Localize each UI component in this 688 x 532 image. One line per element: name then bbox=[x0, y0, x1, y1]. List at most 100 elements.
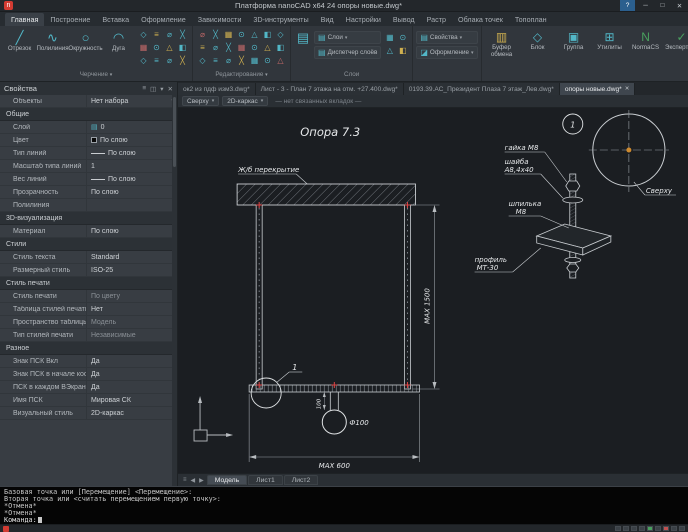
ribbon-big-button-2[interactable]: ▣Группа bbox=[557, 28, 591, 52]
document-tab-2[interactable]: 0193.39.АС_Президент Плаза 7 этаж_Лев.dw… bbox=[404, 83, 560, 95]
props-value[interactable]: По слою bbox=[86, 134, 177, 146]
ribbon-small-icon[interactable]: △ bbox=[248, 28, 261, 41]
ribbon-small-icon[interactable]: ◇ bbox=[196, 54, 209, 67]
right-post[interactable] bbox=[404, 205, 410, 389]
ribbon-small-icon[interactable]: ▦ bbox=[383, 31, 396, 44]
ribbon-small-icon[interactable]: ◧ bbox=[396, 44, 409, 57]
document-tab-1[interactable]: Лист - 3 - План 7 этажа на отм. +27.400.… bbox=[256, 83, 404, 95]
panel-header-icon-3[interactable]: ✕ bbox=[168, 85, 173, 93]
props-value[interactable]: ISO-25 bbox=[86, 264, 177, 276]
ribbon-small-icon[interactable]: ≡ bbox=[209, 54, 222, 67]
command-line[interactable]: Базовая точка или [Перемещение] <Перемещ… bbox=[0, 486, 688, 524]
pipe[interactable] bbox=[322, 392, 346, 434]
ribbon-small-icon[interactable]: ▦ bbox=[235, 41, 248, 54]
layout-nav-icon-0[interactable]: ≡ bbox=[181, 477, 189, 484]
layers-button-1[interactable]: ▤Диспетчер слоёв bbox=[314, 46, 381, 59]
ribbon-small-icon[interactable]: ⌀ bbox=[209, 41, 222, 54]
detail-circle[interactable] bbox=[251, 378, 281, 408]
status-toggle-icon-6[interactable] bbox=[663, 526, 669, 531]
status-toggle-icon-5[interactable] bbox=[655, 526, 661, 531]
ribbon-small-icon[interactable]: △ bbox=[274, 54, 287, 67]
concrete-slab[interactable] bbox=[237, 184, 415, 205]
ribbon-small-icon[interactable]: ⊙ bbox=[150, 41, 163, 54]
props-value[interactable]: Да bbox=[86, 368, 177, 380]
props-value[interactable]: Независимые bbox=[86, 329, 177, 341]
ribbon-small-icon[interactable]: ▦ bbox=[248, 54, 261, 67]
ribbon-small-icon[interactable]: ◧ bbox=[274, 41, 287, 54]
props-value[interactable]: Standard bbox=[86, 251, 177, 263]
detail-labels[interactable]: гайка М8 шайба А8,4х40 шпилька М8 профил… bbox=[475, 144, 569, 272]
ribbon-tab-8[interactable]: Вывод bbox=[387, 13, 421, 26]
props-value[interactable] bbox=[86, 199, 177, 211]
ribbon-tab-11[interactable]: Топоплан bbox=[509, 13, 553, 26]
props-value[interactable]: Да bbox=[86, 355, 177, 367]
minimize-button[interactable]: ─ bbox=[637, 0, 654, 11]
left-post[interactable] bbox=[256, 205, 262, 389]
ribbon-small-icon[interactable]: ╳ bbox=[209, 28, 222, 41]
ribbon-small-icon[interactable]: ⊙ bbox=[235, 28, 248, 41]
group-label-drawing[interactable]: Черчение ▾ bbox=[3, 71, 189, 81]
dim-600-label[interactable]: MAX 600 bbox=[319, 462, 351, 470]
dim-1500-label[interactable]: MAX 1500 bbox=[423, 288, 431, 324]
ribbon-tab-1[interactable]: Построение bbox=[44, 13, 96, 26]
dimension-100[interactable] bbox=[323, 392, 326, 410]
ribbon-small-icon[interactable]: ⌀ bbox=[222, 54, 235, 67]
status-toggle-icon-4[interactable] bbox=[647, 526, 653, 531]
draw-tool-3[interactable]: ◠Дуга bbox=[102, 28, 135, 53]
document-tab-3[interactable]: опоры новые.dwg*✕ bbox=[560, 83, 635, 95]
scrollbar-thumb[interactable] bbox=[173, 97, 176, 167]
ribbon-small-icon[interactable]: ⌀ bbox=[163, 54, 176, 67]
stack-button-1[interactable]: ◪Оформление▾ bbox=[416, 46, 477, 59]
ribbon-big-button-4[interactable]: NNormaCS bbox=[629, 28, 663, 52]
ribbon-small-icon[interactable]: ⌀ bbox=[196, 28, 209, 41]
ribbon-tab-7[interactable]: Настройки bbox=[340, 13, 387, 26]
drawing-canvas[interactable]: Опора 7.3 Ж/б перекрытие bbox=[178, 108, 688, 473]
ribbon-tab-6[interactable]: Вид bbox=[315, 13, 340, 26]
ribbon-small-icon[interactable]: △ bbox=[383, 44, 396, 57]
help-button[interactable]: ? bbox=[620, 0, 635, 11]
layout-tab-0[interactable]: Модель bbox=[207, 475, 247, 485]
pipe-diameter-label[interactable]: Ф100 bbox=[349, 419, 369, 427]
layout-nav-icon-1[interactable]: ◀ bbox=[189, 477, 198, 484]
dimension-max-600[interactable] bbox=[249, 394, 419, 462]
ribbon-small-icon[interactable]: ◇ bbox=[137, 28, 150, 41]
props-value[interactable]: Нет набора▾ bbox=[86, 95, 177, 107]
props-section-1[interactable]: Общие bbox=[0, 108, 177, 121]
ribbon-tab-2[interactable]: Вставка bbox=[96, 13, 135, 26]
ribbon-small-icon[interactable]: ◧ bbox=[261, 28, 274, 41]
ribbon-small-icon[interactable]: ╳ bbox=[176, 28, 189, 41]
layout-tab-1[interactable]: Лист1 bbox=[248, 475, 283, 485]
props-value[interactable]: По цвету bbox=[86, 290, 177, 302]
props-value[interactable]: Да bbox=[86, 381, 177, 393]
props-section-19[interactable]: Разное bbox=[0, 342, 177, 355]
ribbon-small-icon[interactable]: ◧ bbox=[176, 41, 189, 54]
ribbon-tab-10[interactable]: Облака точек bbox=[452, 13, 509, 26]
props-value[interactable]: ▤0 bbox=[86, 121, 177, 133]
panel-header-icon-0[interactable]: ≡ bbox=[142, 85, 146, 93]
ribbon-big-button-1[interactable]: ◇Блок bbox=[521, 28, 555, 52]
ribbon-tab-9[interactable]: Растр bbox=[421, 13, 452, 26]
maximize-button[interactable]: □ bbox=[654, 0, 671, 11]
document-tab-0[interactable]: ок2 из пдф изм3.dwg* bbox=[178, 83, 256, 95]
status-toggle-icon-7[interactable] bbox=[671, 526, 677, 531]
ribbon-small-icon[interactable]: ▦ bbox=[137, 41, 150, 54]
close-button[interactable]: ✕ bbox=[671, 0, 688, 11]
layout-tab-2[interactable]: Лист2 bbox=[284, 475, 319, 485]
ribbon-small-icon[interactable]: ▦ bbox=[222, 28, 235, 41]
status-toggle-icon-3[interactable] bbox=[639, 526, 645, 531]
ribbon-small-icon[interactable]: ╳ bbox=[176, 54, 189, 67]
dim-100-label[interactable]: 100 bbox=[316, 398, 322, 409]
ribbon-small-icon[interactable]: ≡ bbox=[150, 28, 163, 41]
ribbon-small-icon[interactable]: ⊙ bbox=[261, 54, 274, 67]
ribbon-tab-0[interactable]: Главная bbox=[5, 13, 44, 26]
ribbon-small-icon[interactable]: ≡ bbox=[196, 41, 209, 54]
visual-style-button[interactable]: 2D-каркас▾ bbox=[222, 96, 268, 106]
detail-number[interactable]: 1 bbox=[292, 363, 297, 372]
cad-drawing[interactable]: Опора 7.3 Ж/б перекрытие bbox=[178, 108, 688, 473]
status-toggle-icon-0[interactable] bbox=[615, 526, 621, 531]
ribbon-big-button-3[interactable]: ⊞Утилиты bbox=[593, 28, 627, 52]
group-label-layers[interactable]: Слои bbox=[294, 71, 409, 81]
ribbon-small-icon[interactable]: ╳ bbox=[235, 54, 248, 67]
ribbon-small-icon[interactable]: ⌀ bbox=[163, 28, 176, 41]
props-value[interactable]: 2D-каркас bbox=[86, 407, 177, 419]
